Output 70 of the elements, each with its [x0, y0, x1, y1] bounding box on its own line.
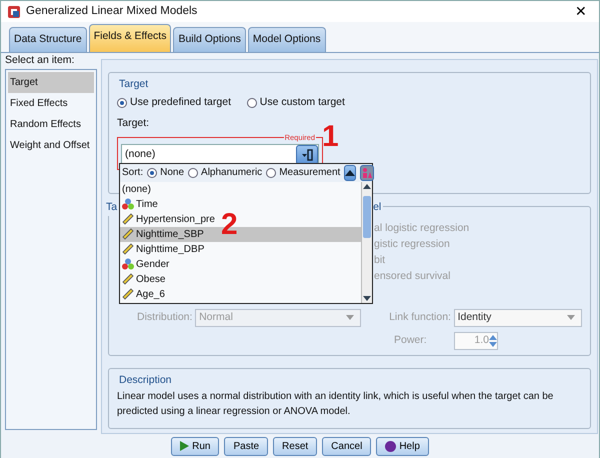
- close-button[interactable]: ✕: [569, 1, 593, 22]
- ruler-icon: [122, 243, 134, 256]
- sidebar-label: Select an item:: [5, 52, 76, 68]
- sort-direction-button[interactable]: [344, 164, 356, 181]
- scroll-thumb[interactable]: [363, 196, 371, 238]
- list-item[interactable]: Obese: [136, 272, 166, 287]
- sidebar-item[interactable]: Fixed Effects: [8, 92, 94, 114]
- help-button[interactable]: Help: [376, 436, 429, 456]
- radio-label: ensored survival: [374, 268, 450, 284]
- help-icon: [385, 440, 396, 452]
- field-label: Link function:: [389, 310, 451, 325]
- sidebar-item[interactable]: Target: [8, 72, 94, 92]
- section-title: Ta: [104, 200, 120, 216]
- window-title: Generalized Linear Mixed Models: [26, 4, 198, 19]
- radio-button[interactable]: [266, 168, 276, 178]
- tab[interactable]: Model Options: [248, 27, 326, 52]
- radio-label: Use predefined target: [130, 95, 231, 110]
- radio-label: None: [160, 166, 184, 180]
- dialog-button[interactable]: Reset: [273, 436, 318, 456]
- list-item[interactable]: Hypertension_pre: [136, 212, 215, 227]
- radio-label: Measurement: [279, 166, 340, 180]
- list-item[interactable]: (none): [122, 182, 151, 197]
- nominal-icon: [122, 258, 134, 270]
- radio-button[interactable]: [246, 98, 257, 108]
- tab[interactable]: Fields & Effects: [88, 24, 172, 52]
- tab[interactable]: Data Structure: [9, 27, 87, 52]
- sort-label: Sort:: [122, 166, 144, 180]
- field-roles-button[interactable]: [360, 164, 374, 181]
- annotation-number: 2: [221, 210, 238, 240]
- app-icon: [7, 4, 21, 18]
- annotation-number: 1: [322, 122, 339, 152]
- run-button[interactable]: Run: [171, 436, 220, 456]
- up-arrow-icon: [345, 169, 356, 176]
- scroll-down-icon: [362, 294, 372, 303]
- radio-label: bit: [374, 252, 386, 268]
- field-label: Power:: [394, 333, 428, 348]
- play-icon: [180, 441, 190, 451]
- scrollbar[interactable]: [361, 182, 372, 303]
- sidebar-item[interactable]: Weight and Offset: [8, 134, 94, 156]
- nominal-icon: [122, 198, 134, 210]
- radio-label: Use custom target: [260, 95, 345, 110]
- radio-button[interactable]: [117, 98, 127, 108]
- list-item[interactable]: Time: [136, 196, 158, 212]
- dropdown-caret-icon: [346, 314, 354, 320]
- ruler-icon: [122, 273, 134, 286]
- dropdown-caret-icon: [566, 314, 575, 320]
- radio-label: al logistic regression: [374, 220, 470, 236]
- spinner-arrows-icon: [489, 334, 497, 348]
- list-item[interactable]: Nighttime_DBP: [136, 242, 204, 257]
- radio-button[interactable]: [147, 168, 158, 178]
- field-label: Distribution:: [137, 310, 192, 325]
- dialog-button[interactable]: Cancel: [322, 436, 372, 456]
- radio-button[interactable]: [188, 168, 198, 178]
- section-title: Target: [117, 76, 150, 92]
- ruler-icon: [122, 228, 134, 240]
- sidebar-item[interactable]: Random Effects: [8, 114, 94, 134]
- radio-label: Alphanumeric: [201, 166, 262, 180]
- ruler-icon: [122, 213, 134, 226]
- field-label: Target:: [117, 116, 150, 132]
- field-picker-button[interactable]: [296, 145, 318, 166]
- dialog-button[interactable]: Paste: [224, 436, 268, 456]
- ruler-icon: [122, 288, 134, 300]
- radio-label: gistic regression: [374, 236, 450, 252]
- figures-icon: [361, 166, 374, 179]
- list-item[interactable]: Gender: [136, 256, 170, 272]
- section-title: Description: [117, 372, 174, 388]
- field-picker-icon: [300, 149, 314, 162]
- description-text: Linear model uses a normal distribution with an identity link, which is useful when the target can be predicted using a linear regression or ANOVA model.: [117, 390, 554, 419]
- tab[interactable]: Build Options: [173, 27, 246, 52]
- list-item[interactable]: Age_6: [136, 286, 165, 302]
